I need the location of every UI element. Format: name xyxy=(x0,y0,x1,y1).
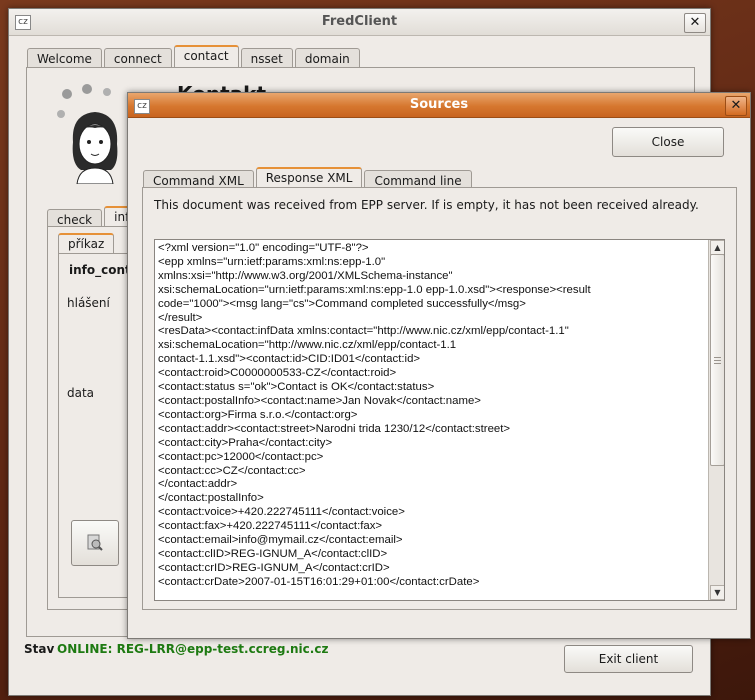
data-label: data xyxy=(67,386,95,400)
sources-dialog: cz Sources ✕ Close Command XML Response … xyxy=(127,92,751,639)
info-panel: příkaz info_conta hlášení data xyxy=(47,226,139,610)
xml-line: code="1000"><msg lang="cs">Command compl… xyxy=(158,297,526,310)
xml-line: xmlns:xsi="http://www.w3.org/2001/XMLSch… xyxy=(158,269,453,282)
status-label: Stav xyxy=(24,642,55,656)
info-text: This document was received from EPP serv… xyxy=(154,198,699,212)
vertical-scrollbar[interactable]: ▲ ▼ xyxy=(708,240,724,600)
xml-line: </contact:postalInfo> xyxy=(158,492,264,505)
xml-line: <contact:status s="ok">Contact is OK</co… xyxy=(158,381,435,394)
xml-line: <contact:org>Firma s.r.o.</contact:org> xyxy=(158,408,358,421)
window-title: FredClient xyxy=(321,14,398,29)
xml-line: </contact:addr> xyxy=(158,478,238,491)
xml-line: <contact:pc>12000</contact:pc> xyxy=(158,450,324,463)
sources-button[interactable] xyxy=(71,520,119,566)
report-label: hlášení xyxy=(67,296,110,310)
scroll-down-icon[interactable]: ▼ xyxy=(710,585,724,600)
xml-line: </result> xyxy=(158,311,203,324)
xml-line: <epp xmlns="urn:ietf:params:xml:ns:epp-1… xyxy=(158,255,386,268)
close-window-button[interactable]: ✕ xyxy=(684,13,706,33)
xml-line: <contact:clID>REG-IGNUM_A</contact:clID> xyxy=(158,547,388,560)
sources-title: Sources xyxy=(409,97,469,112)
xml-line: <contact:voice>+420.222745111</contact:v… xyxy=(158,506,405,519)
xml-line: contact-1.1.xsd"><contact:id>CID:ID01</c… xyxy=(158,353,421,366)
xml-line: <resData><contact:infData xmlns:contact=… xyxy=(158,325,569,338)
xml-line: <contact:roid>C0000000533-CZ</contact:ro… xyxy=(158,367,397,380)
status-value: ONLINE: REG-LRR@epp-test.ccreg.nic.cz xyxy=(57,642,329,656)
xml-line: <contact:email>info@mymail.cz</contact:e… xyxy=(158,534,403,547)
xml-line: <contact:crID>REG-IGNUM_A</contact:crID> xyxy=(158,561,390,574)
xml-line: <contact:addr><contact:street>Narodni tr… xyxy=(158,422,511,435)
xml-content[interactable]: <?xml version="1.0" encoding="UTF-8"?> <e… xyxy=(158,242,706,590)
document-search-icon xyxy=(87,534,103,551)
avatar xyxy=(55,84,137,185)
xml-line: xsi:schemaLocation="http://www.nic.cz/xm… xyxy=(158,339,457,352)
close-button[interactable]: Close xyxy=(612,127,724,157)
xml-line: <contact:postalInfo><contact:name>Jan No… xyxy=(158,394,481,407)
scroll-up-icon[interactable]: ▲ xyxy=(710,240,724,255)
scrollbar-thumb[interactable] xyxy=(710,254,724,466)
xml-line: <contact:cc>CZ</contact:cc> xyxy=(158,464,306,477)
xml-line: <contact:fax>+420.222745111</contact:fax… xyxy=(158,520,383,533)
sources-titlebar[interactable]: cz Sources ✕ xyxy=(128,93,750,118)
main-titlebar[interactable]: cz FredClient ✕ xyxy=(9,9,710,36)
xml-line: <contact:city>Praha</contact:city> xyxy=(158,436,333,449)
xml-line: <?xml version="1.0" encoding="UTF-8"?> xyxy=(158,242,369,254)
xml-line: xsi:schemaLocation="urn:ietf:params:xml:… xyxy=(158,283,591,296)
xml-line: <contact:crDate>2007-01-15T16:01:29+01:0… xyxy=(158,575,480,588)
exit-client-button[interactable]: Exit client xyxy=(564,645,693,673)
close-dialog-icon[interactable]: ✕ xyxy=(725,96,747,116)
xml-viewer[interactable]: <?xml version="1.0" encoding="UTF-8"?> <e… xyxy=(154,239,725,601)
